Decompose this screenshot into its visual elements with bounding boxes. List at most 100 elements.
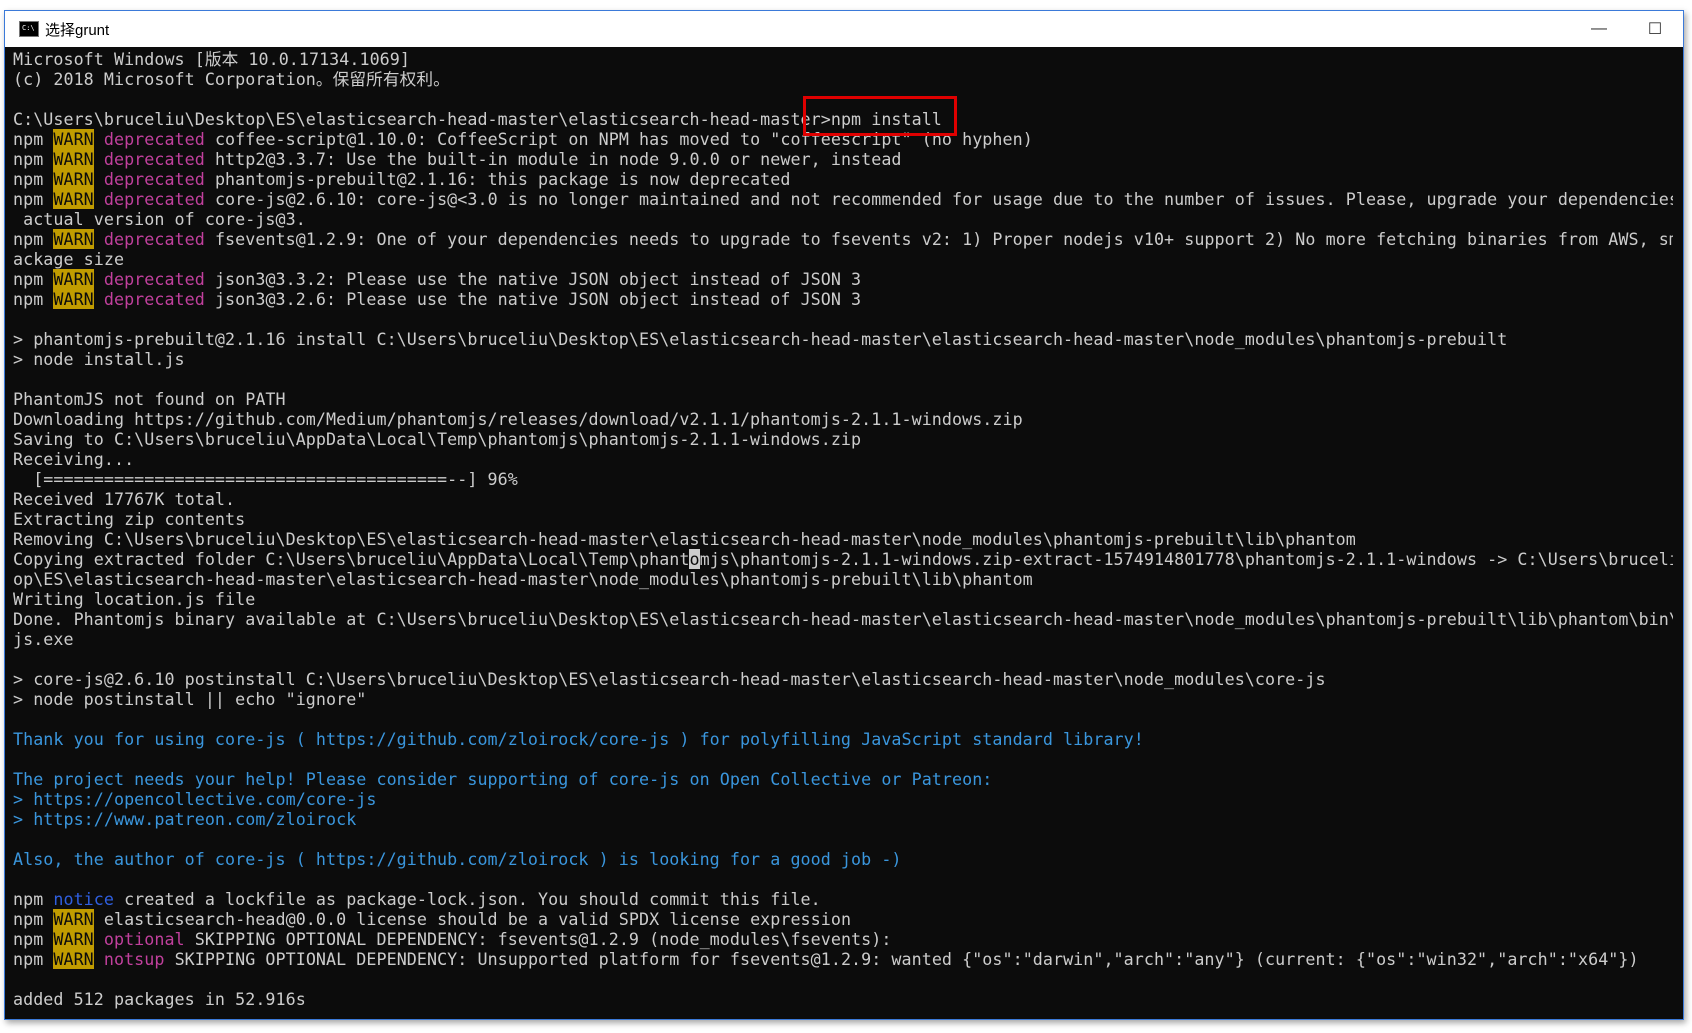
warn-type: deprecated bbox=[93, 229, 205, 249]
console-line: op\ES\elasticsearch-head-master\elastics… bbox=[13, 569, 1673, 589]
console-line-text: Removing C:\Users\bruceliu\Desktop\ES\el… bbox=[13, 529, 1356, 549]
console-line: npm WARN optional SKIPPING OPTIONAL DEPE… bbox=[13, 929, 1673, 949]
console-line-text: The project needs your help! Please cons… bbox=[13, 769, 993, 789]
console-line: [=======================================… bbox=[13, 469, 1673, 489]
console-line-text: js.exe bbox=[13, 629, 74, 649]
console-line bbox=[13, 709, 1673, 729]
warn-badge: WARN bbox=[53, 289, 94, 309]
npm-prefix: npm bbox=[13, 149, 54, 169]
console-line-text: core-js@2.6.10: core-js@<3.0 is no longe… bbox=[204, 189, 1673, 209]
warn-type: deprecated bbox=[93, 149, 205, 169]
console-line: Removing C:\Users\bruceliu\Desktop\ES\el… bbox=[13, 529, 1673, 549]
console-line-text: json3@3.2.6: Please use the native JSON … bbox=[204, 289, 862, 309]
console-line: C:\Users\bruceliu\Desktop\ES\elasticsear… bbox=[13, 109, 1673, 129]
warn-type: deprecated bbox=[93, 129, 205, 149]
console-line: Receiving... bbox=[13, 449, 1673, 469]
warn-badge: WARN bbox=[53, 149, 94, 169]
console-line: Extracting zip contents bbox=[13, 509, 1673, 529]
console-line-text: phantomjs-prebuilt@2.1.16: this package … bbox=[204, 169, 791, 189]
console-line bbox=[13, 369, 1673, 389]
console-line-text bbox=[13, 869, 23, 889]
console-line-text bbox=[13, 649, 23, 669]
console-line-text: > node install.js bbox=[13, 349, 185, 369]
console-line-text: fsevents@1.2.9: One of your dependencies… bbox=[204, 229, 1673, 249]
console-line: ackage size bbox=[13, 249, 1673, 269]
console-line: The project needs your help! Please cons… bbox=[13, 769, 1673, 789]
console-line-text: op\ES\elasticsearch-head-master\elastics… bbox=[13, 569, 1033, 589]
console-line-text: created a lockfile as package-lock.json.… bbox=[113, 889, 821, 909]
console-line-text bbox=[13, 369, 23, 389]
console-line-text: > node postinstall || echo "ignore" bbox=[13, 689, 367, 709]
title-bar[interactable]: C:\ 选择grunt — ☐ bbox=[5, 11, 1683, 47]
console-line-text: Received 17767K total. bbox=[13, 489, 236, 509]
warn-badge: WARN bbox=[53, 169, 94, 189]
cmd-icon: C:\ bbox=[19, 21, 39, 37]
console-line: npm WARN deprecated json3@3.3.2: Please … bbox=[13, 269, 1673, 289]
npm-prefix: npm bbox=[13, 289, 54, 309]
warn-badge: WARN bbox=[53, 229, 94, 249]
maximize-button[interactable]: ☐ bbox=[1627, 11, 1683, 47]
console-line-text: Saving to C:\Users\bruceliu\AppData\Loca… bbox=[13, 429, 862, 449]
console-line: Writing location.js file bbox=[13, 589, 1673, 609]
console-line bbox=[13, 309, 1673, 329]
console-line-text bbox=[13, 309, 23, 329]
console-line: Downloading https://github.com/Medium/ph… bbox=[13, 409, 1673, 429]
console-line-text: added 512 packages in 52.916s bbox=[13, 989, 306, 1009]
console-line-text: Also, the author of core-js ( https://gi… bbox=[13, 849, 902, 869]
console-line-text bbox=[13, 89, 23, 109]
console-line-text: PhantomJS not found on PATH bbox=[13, 389, 286, 409]
console-line-text: > phantomjs-prebuilt@2.1.16 install C:\U… bbox=[13, 329, 1508, 349]
console-line: Done. Phantomjs binary available at C:\U… bbox=[13, 609, 1673, 629]
text-cursor: o bbox=[689, 549, 700, 569]
console-line-text: (c) 2018 Microsoft Corporation。保留所有权利。 bbox=[13, 69, 450, 89]
warn-badge: WARN bbox=[53, 949, 94, 969]
console-line bbox=[13, 969, 1673, 989]
console-output[interactable]: Microsoft Windows [版本 10.0.17134.1069] (c… bbox=[13, 49, 1673, 1011]
warn-type: optional bbox=[93, 929, 185, 949]
warn-type: deprecated bbox=[93, 169, 205, 189]
console-line: > node postinstall || echo "ignore" bbox=[13, 689, 1673, 709]
warn-badge: WARN bbox=[53, 129, 94, 149]
console-line-text: Copying extracted folder C:\Users\brucel… bbox=[13, 549, 690, 569]
npm-prefix: npm bbox=[13, 929, 54, 949]
console-line: npm WARN deprecated http2@3.3.7: Use the… bbox=[13, 149, 1673, 169]
warn-badge: WARN bbox=[53, 929, 94, 949]
window-title: 选择grunt bbox=[45, 21, 110, 39]
console-line: npm WARN deprecated fsevents@1.2.9: One … bbox=[13, 229, 1673, 249]
console-line: PhantomJS not found on PATH bbox=[13, 389, 1673, 409]
console-line: npm WARN deprecated phantomjs-prebuilt@2… bbox=[13, 169, 1673, 189]
console-line-text: http2@3.3.7: Use the built-in module in … bbox=[204, 149, 902, 169]
npm-prefix: npm bbox=[13, 909, 54, 929]
console-line: (c) 2018 Microsoft Corporation。保留所有权利。 bbox=[13, 69, 1673, 89]
console-line: npm WARN deprecated json3@3.2.6: Please … bbox=[13, 289, 1673, 309]
minimize-button[interactable]: — bbox=[1571, 11, 1627, 47]
console-line: js.exe bbox=[13, 629, 1673, 649]
console-line: Copying extracted folder C:\Users\brucel… bbox=[13, 549, 1673, 569]
console-line: > phantomjs-prebuilt@2.1.16 install C:\U… bbox=[13, 329, 1673, 349]
warn-badge: WARN bbox=[53, 269, 94, 289]
console-line: Microsoft Windows [版本 10.0.17134.1069] bbox=[13, 49, 1673, 69]
console-line-text: Downloading https://github.com/Medium/ph… bbox=[13, 409, 1023, 429]
console-line-text: SKIPPING OPTIONAL DEPENDENCY: Unsupporte… bbox=[164, 949, 1639, 969]
console-line: > https://www.patreon.com/zloirock bbox=[13, 809, 1673, 829]
npm-prefix: npm bbox=[13, 889, 54, 909]
npm-prefix: npm bbox=[13, 169, 54, 189]
console-line-text: Microsoft Windows [版本 10.0.17134.1069] bbox=[13, 49, 410, 69]
console-line: actual version of core-js@3. bbox=[13, 209, 1673, 229]
notice-label: notice bbox=[53, 889, 114, 909]
console-line-text: > https://www.patreon.com/zloirock bbox=[13, 809, 357, 829]
warn-type: deprecated bbox=[93, 269, 205, 289]
console-line: Saving to C:\Users\bruceliu\AppData\Loca… bbox=[13, 429, 1673, 449]
console-line-text: actual version of core-js@3. bbox=[13, 209, 306, 229]
typed-command: npm install bbox=[830, 109, 942, 129]
console-line-text: mjs\phantomjs-2.1.1-windows.zip-extract-… bbox=[699, 549, 1673, 569]
console-line: npm WARN deprecated core-js@2.6.10: core… bbox=[13, 189, 1673, 209]
warn-type: notsup bbox=[93, 949, 165, 969]
console-line-text: > https://opencollective.com/core-js bbox=[13, 789, 377, 809]
console-line: > node install.js bbox=[13, 349, 1673, 369]
console-line-text: > core-js@2.6.10 postinstall C:\Users\br… bbox=[13, 669, 1326, 689]
console-line-text: json3@3.3.2: Please use the native JSON … bbox=[204, 269, 862, 289]
console-line bbox=[13, 829, 1673, 849]
console-line-text bbox=[13, 749, 23, 769]
console-line-text: Writing location.js file bbox=[13, 589, 256, 609]
